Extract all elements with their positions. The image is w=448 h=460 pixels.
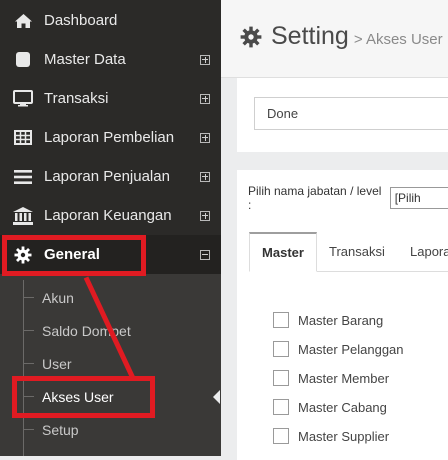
level-select[interactable]: [Pilih [389,187,448,209]
sidebar-item-laporan-keuangan[interactable]: Laporan Keuangan [0,196,221,235]
permission-label: Master Supplier [298,428,390,444]
permission-item-master-member[interactable]: Master Member [273,370,389,386]
checkbox[interactable] [273,428,289,444]
table-icon [13,129,33,147]
sidebar-item-transaksi[interactable]: Transaksi [0,79,221,118]
home-icon [13,12,33,30]
submenu-item-label: User [42,355,72,372]
expand-icon[interactable] [200,54,210,65]
permission-label: Master Cabang [298,399,387,415]
level-label: Pilih nama jabatan / level : [248,184,382,212]
checkbox[interactable] [273,312,289,328]
sidebar-item-label: Dashboard [44,12,118,29]
expand-icon[interactable] [200,171,210,182]
sidebar-item-dashboard[interactable]: Dashboard [0,1,221,40]
annotation-box-general [2,235,146,276]
submenu-item-saldo-dompet[interactable]: Saldo Dompet [24,314,220,347]
sidebar-item-label: Laporan Penjualan [44,168,170,185]
checkbox[interactable] [273,341,289,357]
access-panel: Pilih nama jabatan / level : [Pilih Mast… [237,170,448,460]
database-icon [13,51,33,69]
permission-item-master-supplier[interactable]: Master Supplier [273,428,389,444]
sidebar-item-master-data[interactable]: Master Data [0,40,221,79]
tab-laporan[interactable]: Lapora [410,232,448,271]
checkbox[interactable] [273,370,289,386]
tree-tick [24,297,34,298]
breadcrumb: > Akses User [353,31,443,48]
expand-icon[interactable] [200,132,210,143]
permission-item-master-cabang[interactable]: Master Cabang [273,399,387,415]
page-title-text: Setting [271,22,349,50]
main-content: Setting > Akses User Done Pilih nama jab… [221,0,448,460]
submenu-item-akun[interactable]: Akun [24,281,220,314]
gear-icon [240,26,262,47]
top-panel: Done [237,78,448,152]
submenu-item-label: Akun [42,289,74,306]
submenu-item-label: Setup [42,421,79,438]
permission-label: Master Barang [298,312,384,328]
page-header: Setting > Akses User [221,0,448,78]
tab-master[interactable]: Master [249,232,317,272]
tree-tick [24,429,34,430]
list-icon [13,168,33,186]
annotation-box-akses-user [12,376,155,418]
tree-tick [24,363,34,364]
permission-item-master-barang[interactable]: Master Barang [273,312,383,328]
level-row: Pilih nama jabatan / level : [Pilih [248,184,448,212]
expand-icon[interactable] [200,210,210,221]
top-select[interactable]: Done [254,97,448,130]
sidebar-item-label: Laporan Pembelian [44,129,175,146]
bank-icon [13,206,33,225]
tree-tick [24,330,34,331]
sidebar-item-laporan-penjualan[interactable]: Laporan Penjualan [0,157,221,196]
sidebar-item-label: Laporan Keuangan [44,207,172,224]
active-caret [213,389,220,404]
sidebar-item-label: Transaksi [44,90,109,107]
expand-icon[interactable] [200,93,210,104]
permission-tabs: Master Transaksi Lapora [249,232,448,272]
submenu-item-label: Saldo Dompet [42,322,131,339]
checkbox[interactable] [273,399,289,415]
page-title: Setting > Akses User [240,22,443,51]
sidebar-item-laporan-pembelian[interactable]: Laporan Pembelian [0,118,221,157]
monitor-icon [13,90,33,108]
sidebar-item-label: Master Data [44,51,126,68]
permission-item-master-pelanggan[interactable]: Master Pelanggan [273,341,404,357]
permission-label: Master Member [298,370,390,386]
permission-label: Master Pelanggan [298,341,404,357]
collapse-icon[interactable] [200,249,210,260]
tab-transaksi[interactable]: Transaksi [329,232,385,271]
general-submenu: Akun Saldo Dompet User Akses User Setup [0,274,221,456]
